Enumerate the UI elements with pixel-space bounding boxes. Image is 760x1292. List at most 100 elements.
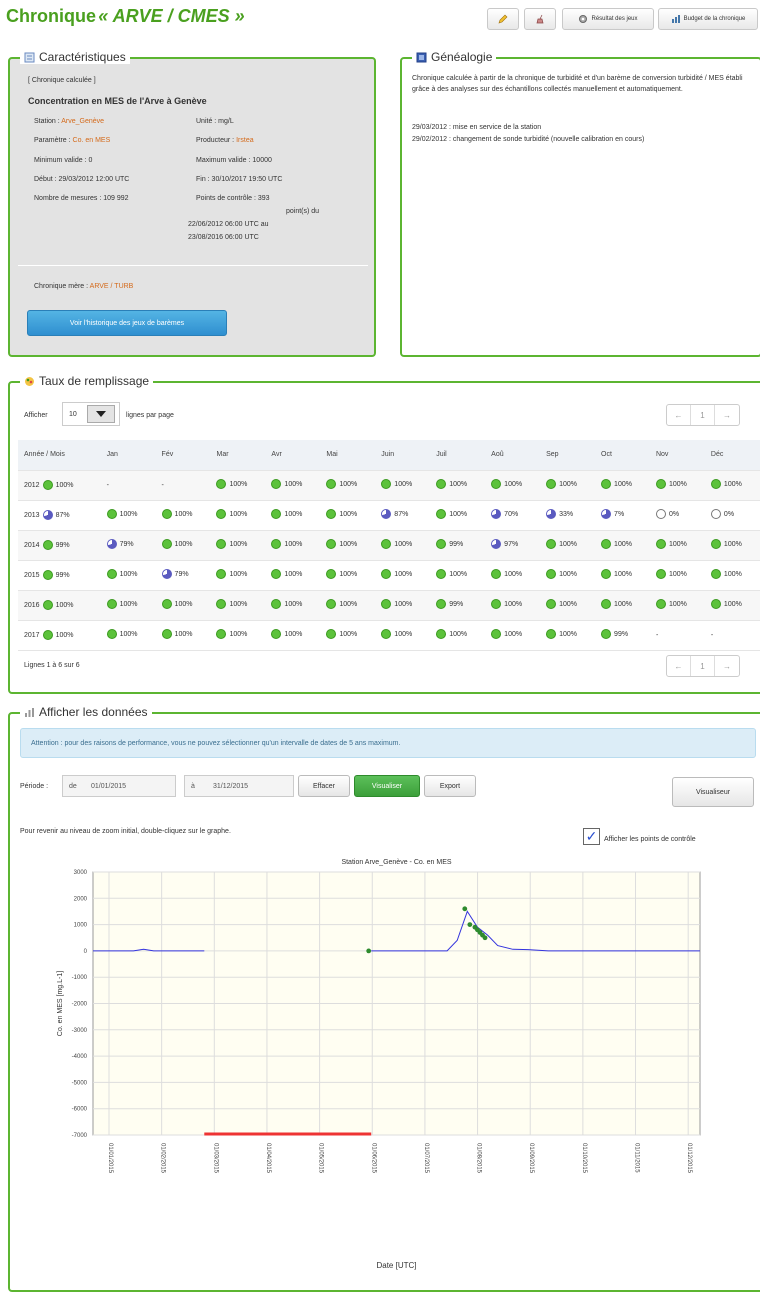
fill-rate-cell: 100% <box>436 479 467 489</box>
prev-page-button[interactable]: ← <box>667 405 691 425</box>
fill-rate-value: 100% <box>229 480 248 488</box>
budget-button[interactable]: Budget de la chronique <box>658 8 758 30</box>
fill-rate-cell: 79% <box>106 539 134 549</box>
viewer-button[interactable]: Visualiseur <box>672 777 754 807</box>
from-date-value: 01/01/2015 <box>91 782 127 790</box>
to-date-input[interactable]: à 31/12/2015 <box>184 775 294 797</box>
fill-rate-cell: 100% <box>546 539 577 549</box>
fill-rate-value: 100% <box>119 630 138 638</box>
from-date-input[interactable]: de 01/01/2015 <box>62 775 176 797</box>
parameter-link[interactable]: Co. en MES <box>73 137 111 144</box>
fill-rate-value: 100% <box>284 480 303 488</box>
table-cell: 100% <box>375 590 431 621</box>
x-tick-label: 01/05/2015 <box>318 1143 324 1174</box>
header-month[interactable]: Juil <box>430 440 486 471</box>
page-1-button[interactable]: 1 <box>691 405 715 425</box>
per-page-select[interactable]: 10 <box>62 402 120 426</box>
fill-rate-value: 100% <box>559 630 578 638</box>
header-month[interactable]: Aoû <box>485 440 541 471</box>
fill-rate-value: 7% <box>614 510 625 518</box>
x-tick-label: 01/02/2015 <box>160 1143 166 1174</box>
prev-page-button[interactable]: ← <box>667 656 691 676</box>
header-month[interactable]: Fév <box>155 440 211 471</box>
fill-rate-cell: 100% <box>161 509 192 519</box>
next-page-button[interactable]: → <box>715 405 739 425</box>
fill-rate-value: 100% <box>504 480 523 488</box>
table-cell: 100% <box>210 530 266 561</box>
year-total-value: 100% <box>55 601 74 609</box>
table-cell: 100% <box>375 560 431 591</box>
table-cell: 100% <box>265 620 321 651</box>
x-tick-label: 01/04/2015 <box>265 1143 271 1174</box>
fill-rate-cell: 87% <box>381 509 408 519</box>
header-month[interactable]: Avr <box>265 440 321 471</box>
header-month[interactable]: Jan <box>100 440 156 471</box>
table-cell: 100% <box>100 560 156 591</box>
fill-rate-pie-icon <box>436 569 447 579</box>
header-month[interactable]: Déc <box>704 440 760 471</box>
header-month[interactable]: Nov <box>649 440 705 471</box>
fill-rate-cell: 100% <box>546 629 577 639</box>
fill-rate-pie-icon <box>546 509 557 519</box>
table-cell: 100% <box>595 590 650 621</box>
page-1-button[interactable]: 1 <box>691 656 715 676</box>
export-button[interactable]: Export <box>424 775 476 797</box>
header-month[interactable]: Oct <box>595 440 650 471</box>
header-month[interactable]: Mar <box>210 440 266 471</box>
header-year[interactable]: Année / Mois <box>18 440 101 471</box>
header-month[interactable]: Mai <box>320 440 376 471</box>
per-page-value: 10 <box>69 410 77 418</box>
table-row: 2017 100% 100% 100% 100% 100% 100% 100% 100% 100%… <box>18 620 760 651</box>
results-button[interactable]: Résultat des jeux <box>562 8 654 30</box>
fill-rate-pie-icon <box>216 479 227 489</box>
data-chart[interactable]: 3000 2000 1000 0 -1000 -2000 -3000 -4000 -5000 -6… <box>0 850 760 1278</box>
page-title: Chronique « ARVE / CMES » <box>6 6 245 27</box>
pencil-icon <box>498 14 508 24</box>
fill-rate-cell: 100% <box>381 569 412 579</box>
table-cell: 100% <box>485 590 541 621</box>
fill-rate-cell: 99% <box>436 539 463 549</box>
fill-rate-value: 100% <box>229 510 248 518</box>
history-button[interactable]: Voir l'historique des jeux de barèmes <box>27 310 227 336</box>
control-point <box>366 948 372 954</box>
fill-rate-pie-icon <box>326 569 337 579</box>
fill-rate-pie-icon <box>216 629 227 639</box>
x-tick-label: 01/09/2015 <box>528 1143 534 1174</box>
chevron-down-icon[interactable] <box>87 405 115 423</box>
next-page-button[interactable]: → <box>715 656 739 676</box>
fill-rate-pie-icon <box>601 509 612 519</box>
fill-rate-value: 100% <box>723 540 742 548</box>
fill-rate-cell: 100% <box>655 539 687 549</box>
edit-button[interactable] <box>487 8 519 30</box>
station-link[interactable]: Arve_Genève <box>61 118 104 125</box>
fill-rate-value: 100% <box>449 570 468 578</box>
header-month[interactable]: Sep <box>540 440 596 471</box>
fill-rate-value: 100% <box>394 570 413 578</box>
producer-link[interactable]: Irstea <box>236 137 254 144</box>
to-date-value: 31/12/2015 <box>213 782 249 790</box>
year-total-value: 99% <box>55 571 70 579</box>
fill-rate-value: 100% <box>229 600 248 608</box>
header-month[interactable]: Juin <box>375 440 431 471</box>
table-cell: 100% <box>649 530 705 561</box>
clean-button[interactable] <box>524 8 556 30</box>
fill-rate-pie-icon <box>326 479 337 489</box>
mother-chronicle-link[interactable]: ARVE / TURB <box>90 283 134 290</box>
table-cell: 100% <box>265 530 321 561</box>
fill-rate-pie-icon <box>381 479 392 489</box>
table-cell: 100% <box>210 620 266 651</box>
fill-rate-cell: 100% <box>161 599 192 609</box>
fill-rate-value: 99% <box>449 600 464 608</box>
end-date-field: Fin : 30/10/2017 19:50 UTC <box>196 176 283 183</box>
control-points-checkbox[interactable]: ✓ <box>583 828 600 845</box>
fill-rate-cell: 100% <box>381 539 412 549</box>
chart-icon <box>24 707 35 718</box>
fill-rate-cell: 100% <box>381 599 412 609</box>
visualize-button[interactable]: Visualiser <box>354 775 420 797</box>
table-cell: 100% <box>704 530 760 561</box>
year-cell: 2014 99% <box>18 530 101 561</box>
table-cell: 99% <box>430 590 486 621</box>
table-cell: 100% <box>704 590 760 621</box>
clear-button[interactable]: Effacer <box>298 775 350 797</box>
table-cell: 100% <box>540 560 596 591</box>
